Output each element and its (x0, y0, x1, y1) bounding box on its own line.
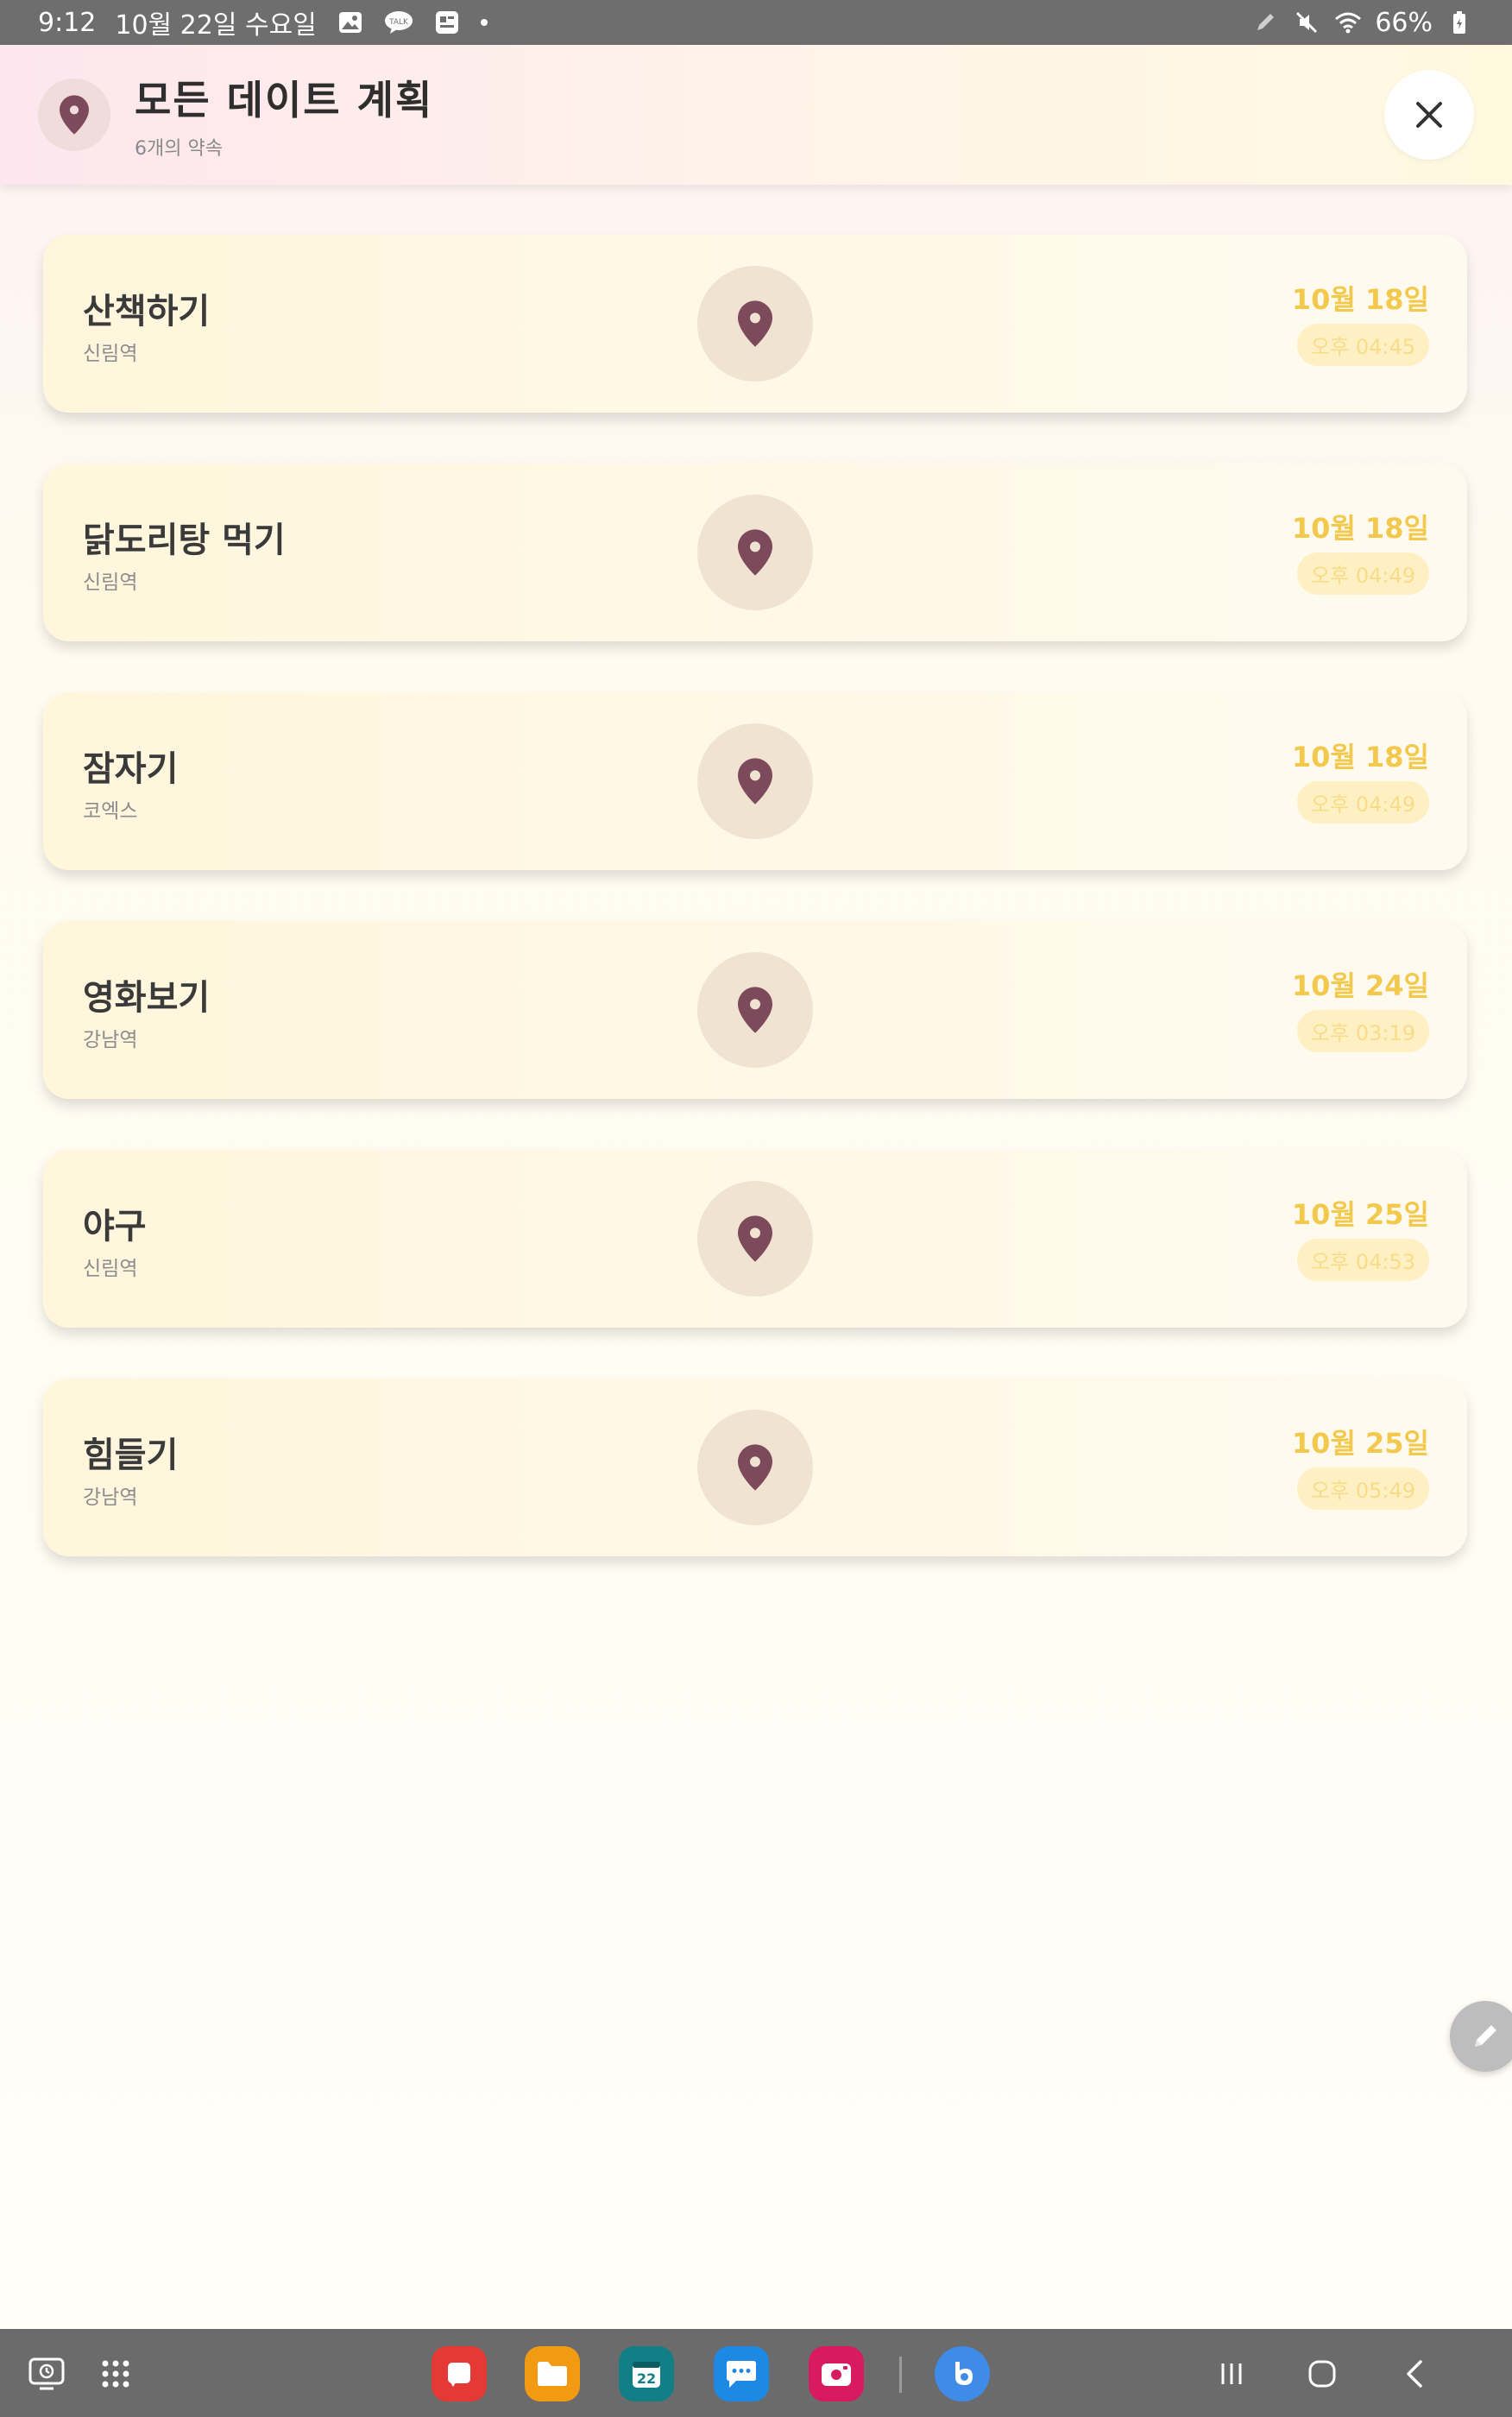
location-pin-icon[interactable] (697, 1410, 813, 1525)
plan-date: 10월 18일 (1291, 512, 1429, 545)
back-icon[interactable] (1388, 2346, 1443, 2401)
plan-time: 오후 04:49 (1297, 781, 1429, 824)
plan-title: 야구 (83, 1207, 147, 1246)
plan-title: 힘들기 (83, 1436, 179, 1475)
plan-card[interactable]: 힘들기 강남역 10월 25일 오후 05:49 (43, 1379, 1467, 1556)
plan-time: 오후 05:49 (1297, 1467, 1429, 1510)
edit-button[interactable] (1450, 2001, 1512, 2072)
header: 모든 데이트 계획 6개의 약속 (0, 45, 1512, 185)
my-files-app-icon[interactable] (525, 2346, 580, 2401)
notes-app-icon[interactable] (432, 2346, 487, 2401)
svg-text:TALK: TALK (388, 18, 409, 27)
close-button[interactable] (1384, 70, 1474, 160)
plan-location: 신림역 (83, 571, 138, 594)
messages-app-icon[interactable] (714, 2346, 769, 2401)
location-pin-icon[interactable] (697, 495, 813, 610)
more-notifications-dot (480, 19, 488, 26)
plan-card[interactable]: 닭도리탕 먹기 신림역 10월 18일 오후 04:49 (43, 464, 1467, 641)
mute-icon (1292, 8, 1321, 37)
recents-icon[interactable] (1204, 2346, 1259, 2401)
calendar-app-icon[interactable]: 22 (619, 2346, 674, 2401)
wifi-icon (1333, 8, 1363, 37)
status-date: 10월 22일 수요일 (115, 10, 317, 41)
close-icon (1416, 102, 1442, 128)
taskbar: 22 (0, 2329, 1512, 2417)
screen-capture-icon[interactable] (19, 2346, 74, 2401)
home-icon[interactable] (1295, 2346, 1350, 2401)
calendar-day-label: 22 (637, 2370, 656, 2387)
plan-date: 10월 18일 (1291, 741, 1429, 773)
battery-percentage: 66% (1375, 7, 1433, 38)
kakaotalk-icon: TALK (384, 8, 413, 37)
appointment-count: 6개의 약속 (135, 138, 223, 160)
plan-card[interactable]: 산책하기 신림역 10월 18일 오후 04:45 (43, 235, 1467, 413)
plan-card[interactable]: 야구 신림역 10월 25일 오후 04:53 (43, 1150, 1467, 1328)
plan-time: 오후 04:45 (1297, 324, 1429, 366)
location-pin-icon[interactable] (697, 266, 813, 382)
status-bar: 9:12 10월 22일 수요일 TALK 66% (0, 0, 1512, 45)
bixby-app-icon[interactable] (935, 2346, 990, 2401)
screen-recorder-app-icon[interactable] (809, 2346, 864, 2401)
plan-title: 닭도리탕 먹기 (83, 521, 286, 560)
plan-title: 잠자기 (83, 749, 179, 789)
gallery-icon (336, 8, 365, 37)
plan-location: 강남역 (83, 1029, 138, 1051)
taskbar-divider (899, 2357, 902, 2393)
status-time: 9:12 (38, 7, 97, 38)
pencil-icon (1475, 2025, 1496, 2047)
app-drawer-icon[interactable] (88, 2346, 143, 2401)
date-plan-list: 산책하기 신림역 10월 18일 오후 04:45 닭도리탕 먹기 신림역 10… (43, 235, 1467, 1607)
plan-title: 산책하기 (83, 292, 211, 331)
plan-title: 영화보기 (83, 978, 211, 1018)
plan-card[interactable]: 영화보기 강남역 10월 24일 오후 03:19 (43, 921, 1467, 1099)
app-notification-icon (432, 8, 462, 37)
location-pin-icon[interactable] (697, 1181, 813, 1297)
battery-icon (1445, 8, 1474, 37)
plan-location: 신림역 (83, 1258, 138, 1280)
plan-date: 10월 18일 (1291, 283, 1429, 316)
plan-card[interactable]: 잠자기 코엑스 10월 18일 오후 04:49 (43, 692, 1467, 870)
page-title: 모든 데이트 계획 (135, 77, 434, 123)
plan-location: 신림역 (83, 343, 138, 365)
plan-date: 10월 24일 (1291, 969, 1429, 1002)
location-pin-icon (38, 79, 110, 151)
plan-time: 오후 04:53 (1297, 1239, 1429, 1281)
plan-date: 10월 25일 (1291, 1427, 1429, 1460)
location-pin-icon[interactable] (697, 723, 813, 839)
plan-time: 오후 04:49 (1297, 552, 1429, 595)
plan-location: 강남역 (83, 1486, 138, 1509)
pen-icon (1251, 8, 1280, 37)
plan-location: 코엑스 (83, 800, 138, 823)
location-pin-icon[interactable] (697, 952, 813, 1068)
plan-date: 10월 25일 (1291, 1198, 1429, 1231)
plan-time: 오후 03:19 (1297, 1010, 1429, 1052)
